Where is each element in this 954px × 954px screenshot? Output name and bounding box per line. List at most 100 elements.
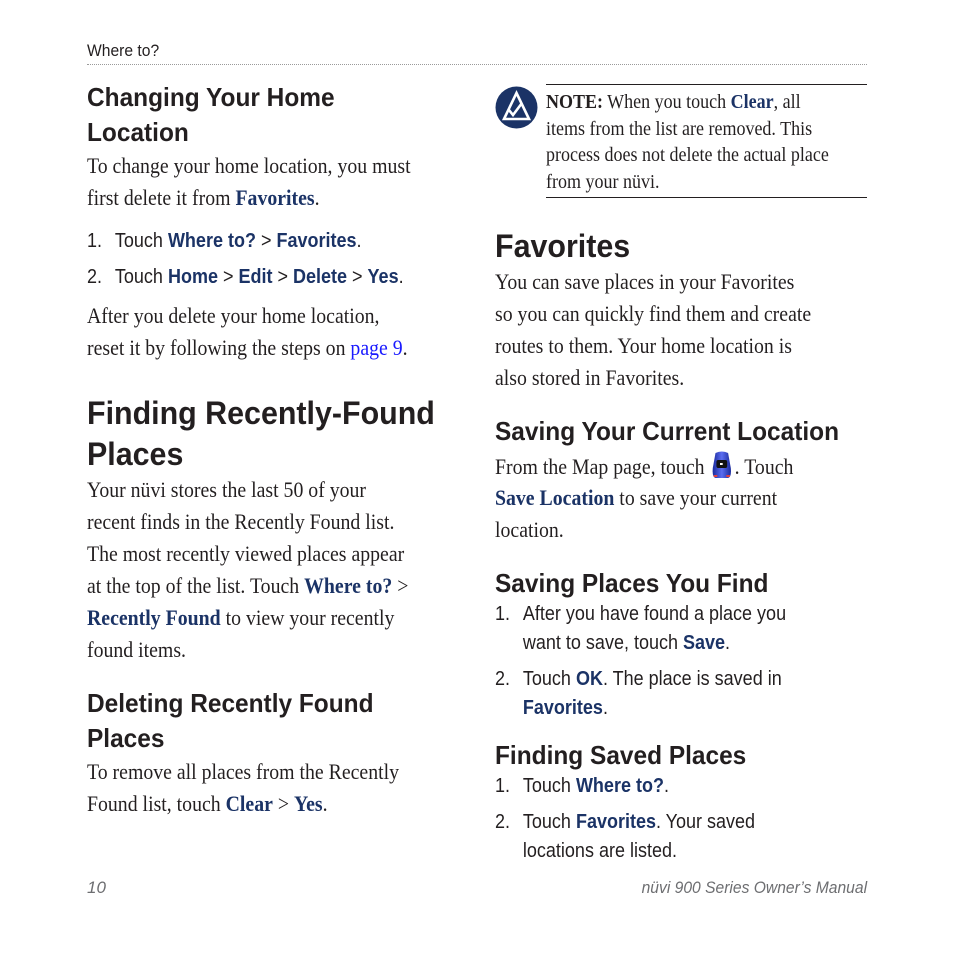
note-label: NOTE: [546,91,604,113]
step-line: locations are listed. [522,840,677,862]
step-item: 2. Touch Home > Edit > Delete > Yes. [87,263,404,292]
paragraph-line: After you delete your home location, [87,303,380,328]
heading-recently-found-line1: Finding Recently-Found [87,395,435,431]
step-line: Favorites. [523,694,782,723]
paragraph-line: so you can quickly find them and create [495,301,812,326]
paragraph-line: reset it by following the steps on page … [87,332,408,364]
keyword-favorites: Favorites [235,185,315,210]
text: Touch [522,811,576,833]
keyword-favorites: Favorites [276,230,357,252]
text: When you touch [603,91,731,113]
vehicle-icon [710,450,733,480]
text: Touch [522,668,576,690]
keyword-save: Save [683,632,726,654]
paragraph-line: found items. [87,637,186,662]
keyword-where-to: Where to? [304,573,393,598]
keyword-clear: Clear [730,91,774,113]
keyword-save-location: Save Location [495,485,615,510]
text: . [663,775,669,797]
paragraph-line: Your nüvi stores the last 50 of your [87,477,367,502]
paragraph-line: also stored in Favorites. [495,365,685,390]
keyword-delete: Delete [293,266,348,288]
paragraph-line: recent finds in the Recently Found list. [87,509,395,534]
page-number: 10 [87,878,106,897]
paragraph-line: To remove all places from the Recently [87,759,400,784]
keyword-home: Home [167,266,218,288]
separator: > [217,266,239,288]
text: > [392,573,409,598]
note-icon [495,86,538,129]
text: Touch [114,230,168,252]
text: . [322,791,328,816]
paragraph-line: From the Map page, touch . Touch [495,450,793,483]
keyword-ok: OK [575,668,603,690]
step-line: Touch OK. The place is saved in [523,665,782,694]
step-number: 2. [495,811,511,833]
heading-favorites: Favorites [495,228,631,264]
text: want to save, touch [522,632,684,654]
text: first delete it from [87,185,236,210]
keyword-edit: Edit [238,266,273,288]
keyword-where-to: Where to? [167,230,256,252]
text: . The place is saved in [602,668,782,690]
step-item: 1. Touch Where to? > Favorites. [87,227,362,256]
paragraph-line: Found list, touch Clear > Yes. [87,788,328,820]
text: . [725,632,731,654]
step-number: 1. [495,603,511,625]
step-number: 1. [87,230,103,252]
paragraph-line: Save Location to save your current [495,482,777,514]
keyword-where-to: Where to? [575,775,664,797]
text: at the top of the list. Touch [87,573,305,598]
text: . Touch [734,454,794,479]
text: Touch [522,775,576,797]
paragraph-line: To change your home location, you must [87,153,411,178]
step-number: 2. [495,668,511,690]
paragraph-line: at the top of the list. Touch Where to? … [87,570,408,602]
heading-changing-home-line1: Changing Your Home [87,82,335,112]
paragraph-line: first delete it from Favorites. [87,182,320,214]
keyword-favorites: Favorites [575,811,656,833]
page-9-link[interactable]: page 9 [350,335,402,360]
paragraph-line: routes to them. Your home location is [495,333,792,358]
heading-saving-current-location: Saving Your Current Location [495,416,840,446]
note-box: NOTE: When you touch Clear, all items fr… [546,84,867,198]
keyword-recently-found: Recently Found [87,605,221,630]
header-divider [87,64,867,65]
paragraph-line: You can save places in your Favorites [495,269,795,294]
step-line: want to save, touch Save. [523,629,786,658]
separator: > [272,266,294,288]
step-line: After you have found a place you [522,603,787,625]
step-number: 2. [87,266,103,288]
separator: > [255,230,277,252]
note-line: from your nüvi. [546,170,660,193]
text: . Your saved [655,811,756,833]
text: reset it by following the steps on [87,335,351,360]
text: From the Map page, touch [495,454,710,479]
text: to view your recently [220,605,395,630]
keyword-yes: Yes [293,791,323,816]
step-item: 1. After you have found a place you want… [495,600,786,658]
manual-title: nüvi 900 Series Owner’s Manual [641,878,867,897]
paragraph-line: Recently Found to view your recently [87,602,394,634]
text: . [356,230,362,252]
separator: > [272,791,294,816]
heading-deleting-line2: Places [87,723,165,753]
text: . [402,335,408,360]
paragraph-line: The most recently viewed places appear [87,541,405,566]
text: to save your current [614,485,778,510]
text: Touch [114,266,168,288]
note-line: NOTE: When you touch Clear, all [546,89,835,116]
paragraph-line: location. [495,517,564,542]
step-item: 2. Touch Favorites. Your saved locations… [495,808,755,866]
note-line: items from the list are removed. This [546,117,813,140]
note-line: process does not delete the actual place [546,144,829,166]
keyword-favorites: Favorites [522,697,603,719]
step-item: 1. Touch Where to?. [495,772,669,801]
text: Found list, touch [87,791,226,816]
heading-saving-places: Saving Places You Find [495,568,769,598]
step-item: 2. Touch OK. The place is saved in Favor… [495,665,782,723]
text: . [314,185,320,210]
text: . [602,697,608,719]
running-head: Where to? [87,41,160,60]
text: , all [773,91,801,113]
